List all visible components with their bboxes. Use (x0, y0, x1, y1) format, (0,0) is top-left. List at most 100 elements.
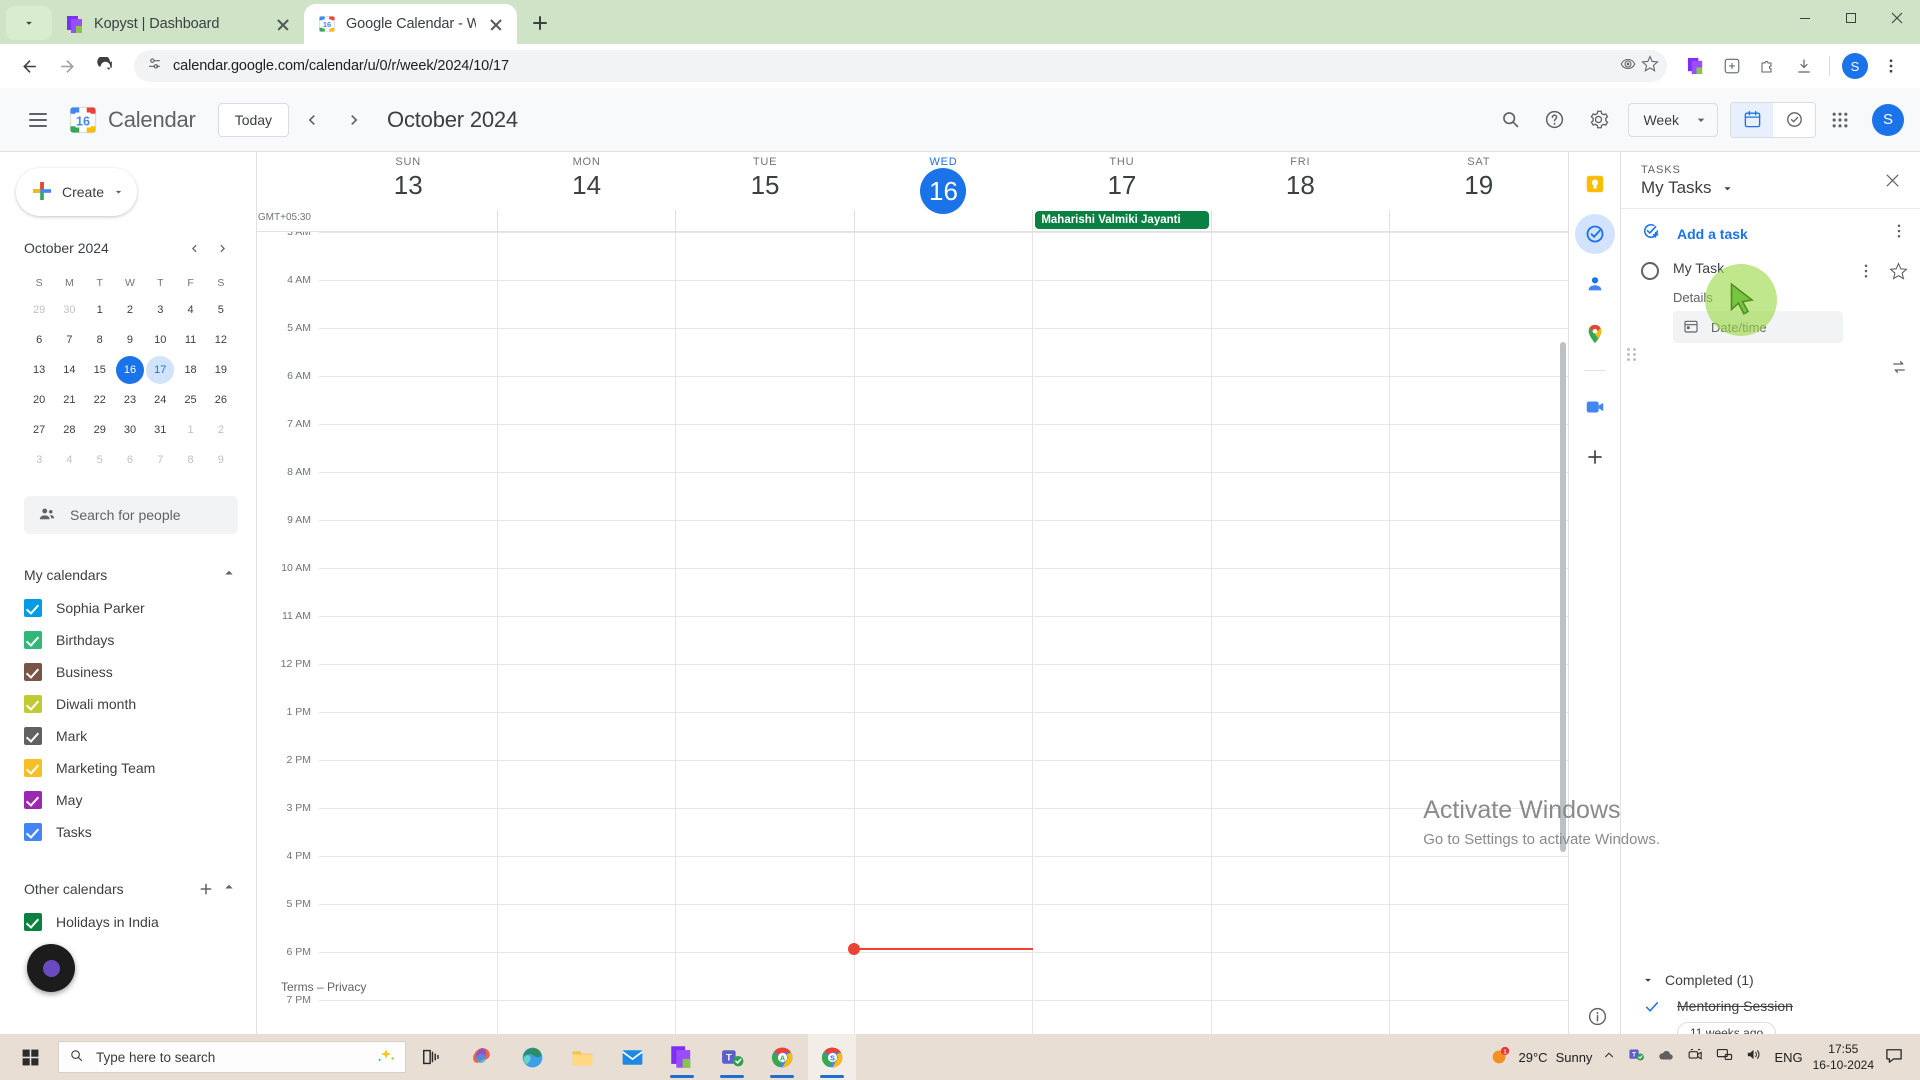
my-calendar-item[interactable]: Marketing Team (24, 752, 238, 784)
all-day-cell[interactable] (853, 210, 1033, 231)
time-slot[interactable] (675, 809, 854, 856)
time-slot[interactable] (1389, 377, 1568, 424)
day-number[interactable]: 17 (1033, 170, 1211, 201)
tray-language-indicator[interactable]: ENG (1774, 1050, 1802, 1065)
grid-scrollbar[interactable] (1560, 342, 1566, 852)
close-icon[interactable] (485, 13, 507, 35)
time-slot[interactable] (1032, 281, 1211, 328)
time-slot[interactable] (1389, 569, 1568, 616)
minimize-button[interactable] (1782, 0, 1828, 36)
mini-calendar-day[interactable]: 17 (146, 356, 175, 384)
bookmark-star-icon[interactable] (1641, 54, 1659, 78)
time-slot[interactable] (1210, 281, 1390, 328)
teams-icon[interactable]: T (708, 1034, 756, 1080)
mini-calendar-day[interactable]: 30 (116, 416, 144, 444)
time-slot[interactable] (319, 329, 497, 376)
weather-widget[interactable]: 1 29°C Sunny (1489, 1045, 1592, 1070)
calendar-checkbox[interactable] (24, 631, 42, 649)
time-slot[interactable] (853, 281, 1033, 328)
day-header[interactable]: SAT 19 (1390, 152, 1568, 210)
day-header[interactable]: MON 14 (497, 152, 675, 210)
time-slot[interactable] (496, 473, 676, 520)
downloads-icon[interactable] (1787, 49, 1821, 83)
calendar-checkbox[interactable] (24, 913, 42, 931)
tray-clock[interactable]: 17:55 16-10-2024 (1813, 1041, 1874, 1073)
mini-calendar-day[interactable]: 8 (86, 326, 114, 354)
time-slot[interactable] (1032, 857, 1211, 904)
day-number[interactable]: 18 (1211, 170, 1389, 201)
address-bar[interactable]: calendar.google.com/calendar/u/0/r/week/… (134, 50, 1667, 82)
time-slot[interactable] (1389, 425, 1568, 472)
time-slot[interactable] (496, 521, 676, 568)
calendar-checkbox[interactable] (24, 663, 42, 681)
tasks-more-options-icon[interactable] (1890, 222, 1908, 245)
time-slot[interactable] (1032, 905, 1211, 952)
mini-calendar-day[interactable]: 14 (55, 356, 83, 384)
day-header[interactable]: WED 16 (854, 152, 1032, 214)
create-event-button[interactable]: Create (16, 168, 137, 216)
time-slot[interactable] (496, 857, 676, 904)
time-slot[interactable] (1032, 569, 1211, 616)
mini-calendar-day[interactable]: 2 (207, 416, 235, 444)
time-slot[interactable] (853, 953, 1033, 1000)
taskbar-search-input[interactable]: Type here to search (58, 1041, 406, 1073)
calendar-checkbox[interactable] (24, 599, 42, 617)
other-calendar-item[interactable]: Holidays in India (24, 906, 238, 938)
my-calendar-item[interactable]: Mark (24, 720, 238, 752)
mini-calendar-day[interactable]: 4 (55, 446, 83, 474)
time-slot[interactable] (319, 857, 497, 904)
edge-icon[interactable] (508, 1034, 556, 1080)
time-slot[interactable] (1210, 665, 1390, 712)
time-slot[interactable] (1389, 905, 1568, 952)
time-slot[interactable] (1210, 521, 1390, 568)
time-slot[interactable] (319, 569, 497, 616)
new-tab-button[interactable] (523, 6, 557, 40)
help-icon[interactable] (1534, 100, 1574, 140)
mini-calendar-day[interactable]: 19 (207, 356, 235, 384)
close-tasks-panel-icon[interactable] (1876, 164, 1908, 196)
google-apps-grid-icon[interactable] (1820, 100, 1860, 140)
time-slot[interactable] (496, 233, 676, 280)
mini-calendar-day[interactable]: 15 (86, 356, 114, 384)
time-slot[interactable] (1032, 665, 1211, 712)
time-slot[interactable] (675, 425, 854, 472)
tray-camera-icon[interactable] (1687, 1046, 1704, 1068)
time-slot[interactable] (319, 665, 497, 712)
mini-calendar-day[interactable]: 1 (86, 296, 114, 324)
mini-calendar-next-icon[interactable] (208, 234, 236, 262)
time-slot[interactable] (319, 521, 497, 568)
mini-calendar-prev-icon[interactable] (180, 234, 208, 262)
calendar-view-toggle[interactable] (1731, 102, 1773, 137)
tasks-list-selector[interactable]: My Tasks (1641, 178, 1735, 198)
all-day-cell[interactable]: Maharishi Valmiki Jayanti (1032, 210, 1211, 231)
task-star-icon[interactable] (1889, 262, 1908, 286)
mini-calendar-day[interactable]: 3 (25, 446, 53, 474)
mini-calendar-day[interactable]: 23 (116, 386, 144, 414)
time-slot[interactable] (853, 521, 1033, 568)
mini-calendar-day[interactable]: 1 (177, 416, 205, 444)
time-slot[interactable] (1210, 905, 1390, 952)
chrome-menu-icon[interactable] (1874, 49, 1908, 83)
time-slot[interactable] (675, 473, 854, 520)
my-calendar-item[interactable]: Tasks (24, 816, 238, 848)
tray-onedrive-icon[interactable] (1657, 1046, 1675, 1069)
my-calendar-item[interactable]: Sophia Parker (24, 592, 238, 624)
mini-calendar-day[interactable]: 30 (55, 296, 83, 324)
time-slot[interactable] (853, 569, 1033, 616)
day-number[interactable]: 19 (1390, 170, 1568, 201)
time-slot[interactable] (1389, 665, 1568, 712)
time-slot[interactable] (496, 329, 676, 376)
mini-calendar-day[interactable]: 7 (55, 326, 83, 354)
time-slot[interactable] (1389, 473, 1568, 520)
mini-calendar-day[interactable]: 5 (207, 296, 235, 324)
time-slot[interactable] (675, 233, 854, 280)
calendar-checkbox[interactable] (24, 727, 42, 745)
time-slot[interactable] (319, 809, 497, 856)
time-slot[interactable] (319, 713, 497, 760)
task-drag-handle[interactable] (1627, 348, 1641, 362)
all-day-cell[interactable] (675, 210, 854, 231)
calendar-checkbox[interactable] (24, 823, 42, 841)
notification-center-icon[interactable] (1884, 1046, 1906, 1068)
mini-calendar-day[interactable]: 24 (146, 386, 174, 414)
back-icon[interactable] (12, 49, 46, 83)
